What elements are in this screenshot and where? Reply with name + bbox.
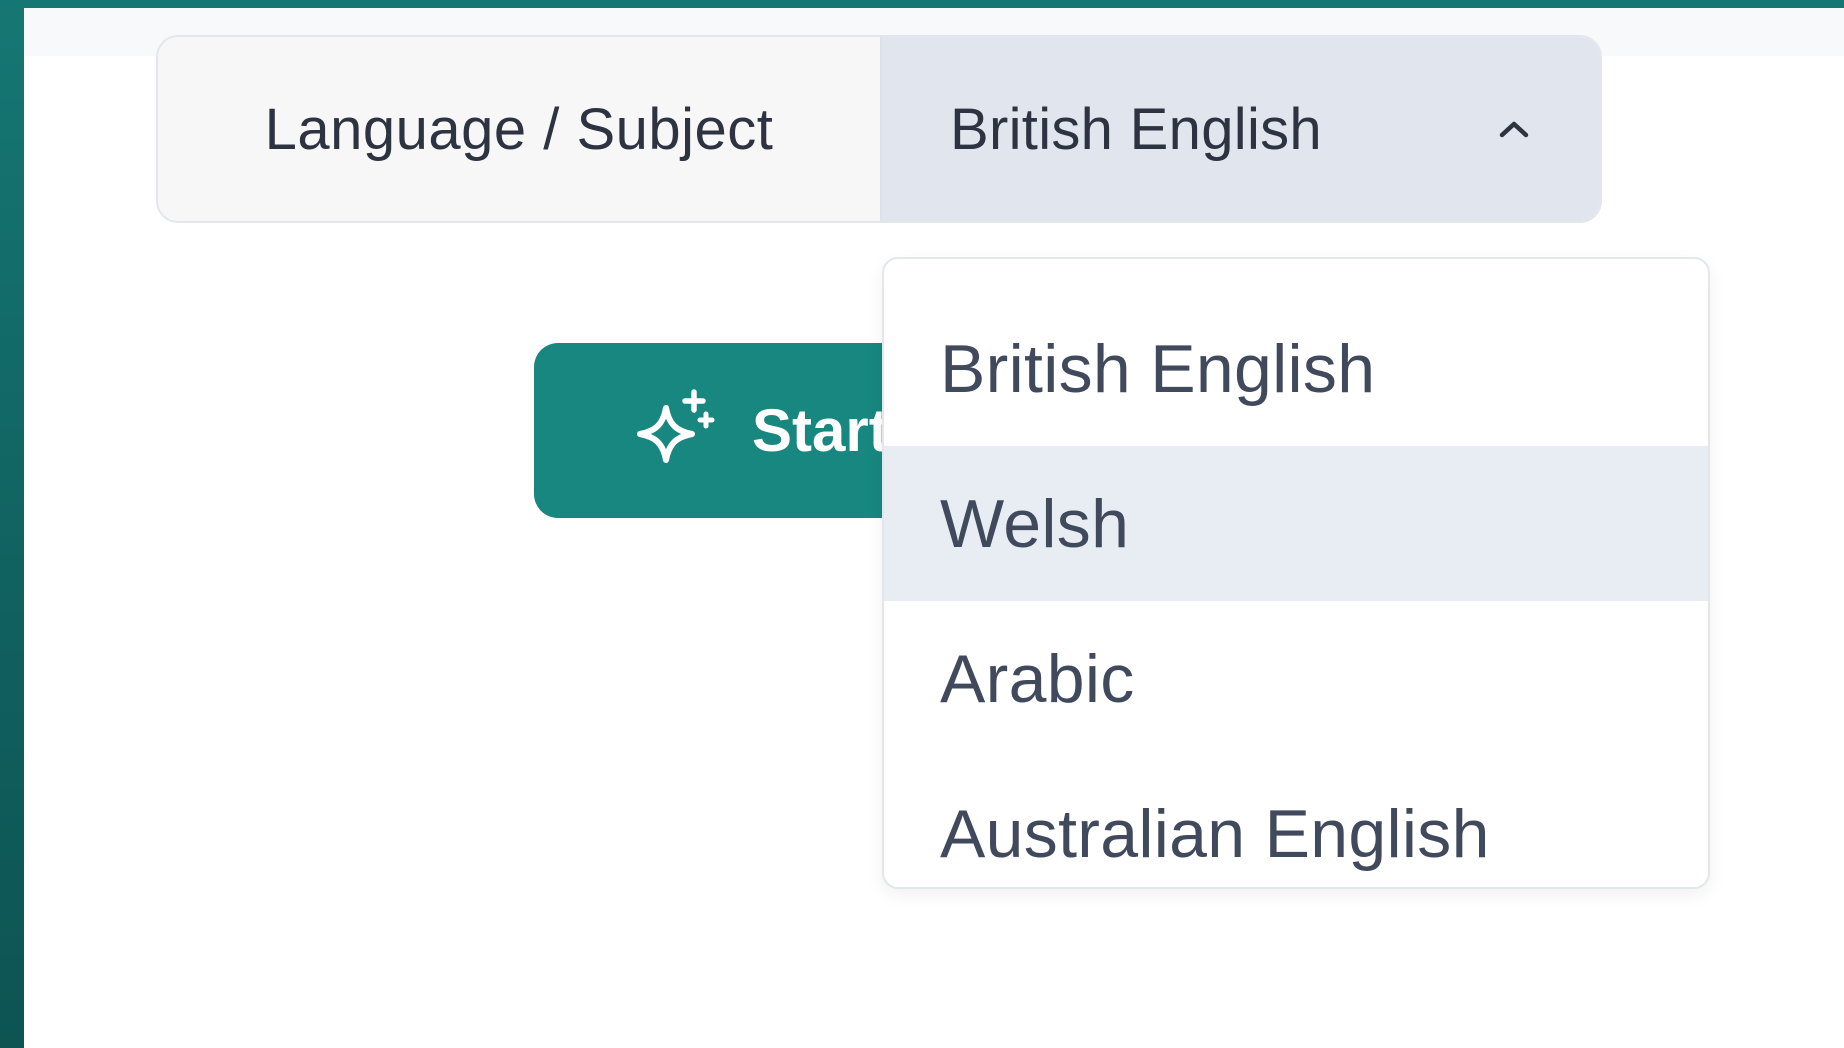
sparkle-icon <box>630 388 716 474</box>
language-select[interactable]: British English <box>880 37 1600 221</box>
language-select-value: British English <box>950 96 1322 162</box>
dropdown-option-arabic[interactable]: Arabic <box>884 601 1708 756</box>
language-dropdown: British English Welsh Arabic Australian … <box>882 257 1710 889</box>
dropdown-option-british-english[interactable]: British English <box>884 291 1708 446</box>
dropdown-option-australian-english[interactable]: Australian English <box>884 756 1708 887</box>
language-subject-row: Language / Subject British English <box>156 35 1602 223</box>
chevron-up-icon <box>1498 113 1530 145</box>
start-button-label: Start <box>752 397 889 464</box>
dropdown-option-welsh[interactable]: Welsh <box>884 446 1708 601</box>
language-subject-label: Language / Subject <box>264 96 774 162</box>
